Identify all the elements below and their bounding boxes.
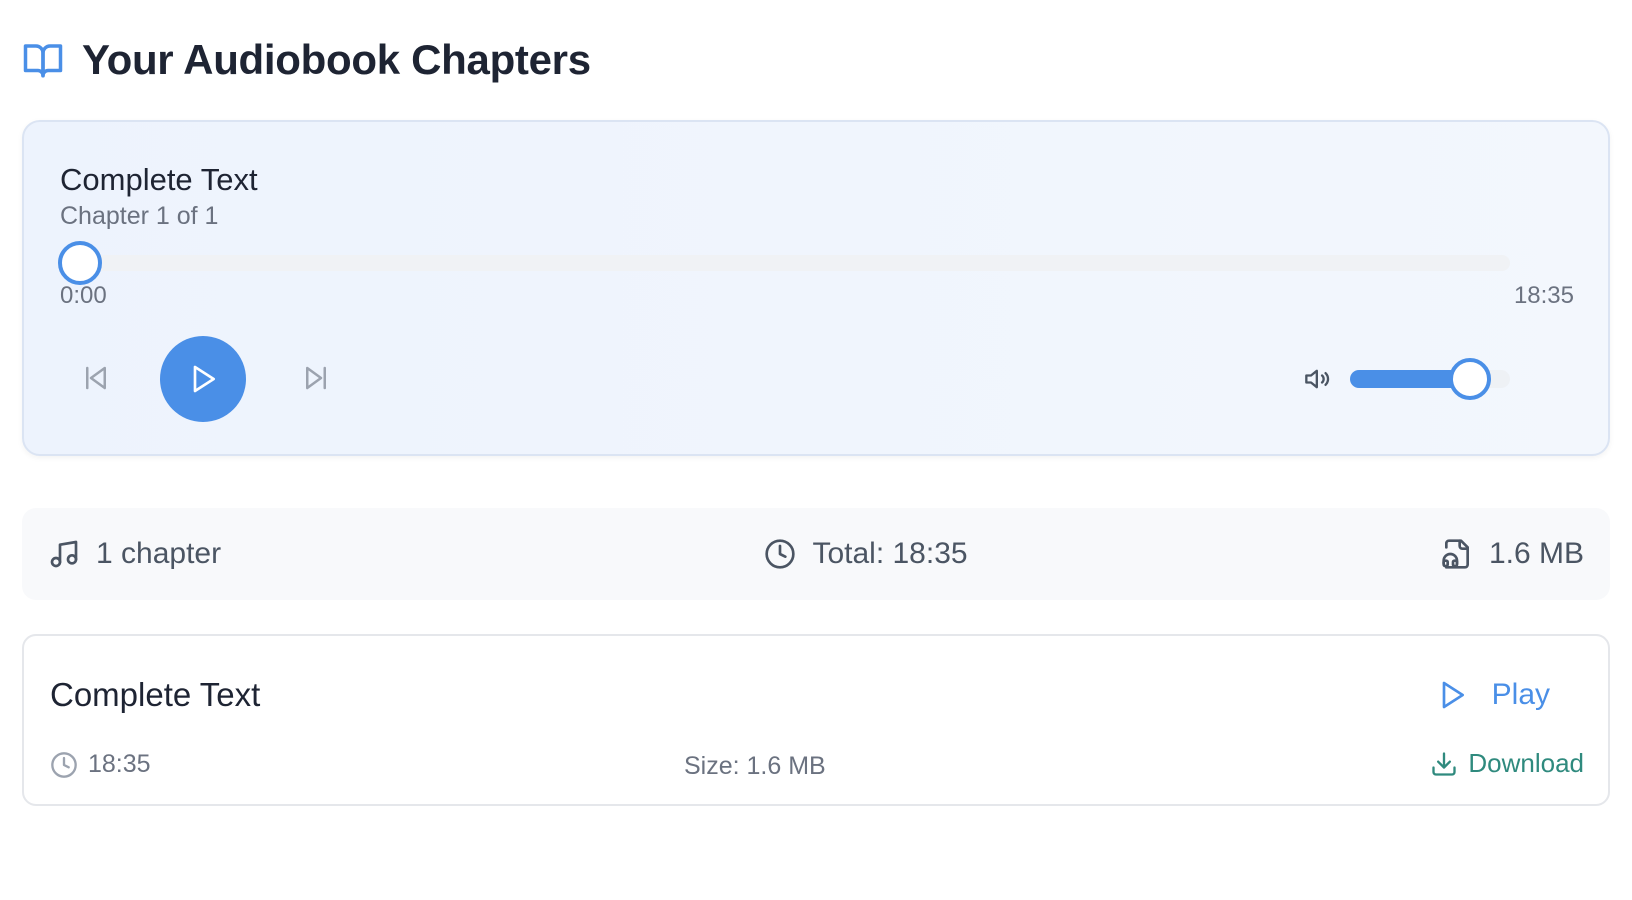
audiobook-page: Your Audiobook Chapters Complete Text Ch…	[0, 0, 1632, 806]
player-title: Complete Text	[60, 162, 258, 197]
current-time: 0:00	[60, 282, 107, 309]
volume-handle[interactable]	[1449, 358, 1491, 400]
music-note-icon	[48, 538, 80, 570]
chapter-size: Size: 1.6 MB	[684, 752, 826, 780]
play-button[interactable]	[160, 336, 246, 422]
previous-chapter-button[interactable]	[76, 358, 116, 398]
chapter-download-button[interactable]: Download	[1430, 748, 1584, 779]
page-header: Your Audiobook Chapters	[22, 32, 1610, 88]
audiobook-stats: 1 chapter Total: 18:35 1.6 MB	[22, 508, 1610, 600]
chapter-download-label: Download	[1468, 748, 1584, 778]
skip-forward-icon	[301, 363, 331, 393]
total-size-label: 1.6 MB	[1488, 537, 1584, 570]
next-chapter-button[interactable]	[296, 358, 336, 398]
total-duration-label: Total: 18:35	[812, 537, 968, 570]
play-icon	[187, 363, 219, 395]
volume-icon[interactable]	[1304, 365, 1332, 393]
total-time: 18:35	[1513, 282, 1574, 309]
chapter-title: Complete Text	[50, 676, 261, 713]
total-size: 1.6 MB	[1441, 537, 1584, 571]
audio-player: Complete Text Chapter 1 of 1 0:00 18:35	[22, 120, 1610, 456]
clock-icon	[50, 751, 78, 779]
progress-handle[interactable]	[58, 241, 102, 285]
audio-file-icon	[1441, 538, 1473, 570]
page-title: Your Audiobook Chapters	[82, 36, 591, 83]
chapter-play-label: Play	[1491, 678, 1550, 711]
clock-icon	[764, 538, 796, 570]
chapter-card: Complete Text Play 18:35 Size: 1.6 MB Do…	[22, 634, 1610, 806]
chapter-duration: 18:35	[50, 750, 151, 779]
chapter-duration-label: 18:35	[88, 750, 151, 778]
book-open-icon	[22, 39, 64, 81]
total-duration: Total: 18:35	[764, 537, 968, 571]
skip-back-icon	[81, 363, 111, 393]
player-subtitle: Chapter 1 of 1	[60, 202, 219, 230]
progress-track[interactable]	[80, 255, 1510, 271]
chapter-play-button[interactable]: Play	[1436, 678, 1550, 712]
download-icon	[1430, 750, 1458, 778]
play-icon	[1436, 679, 1468, 711]
chapter-count-label: 1 chapter	[96, 537, 222, 570]
chapter-count: 1 chapter	[48, 537, 221, 571]
